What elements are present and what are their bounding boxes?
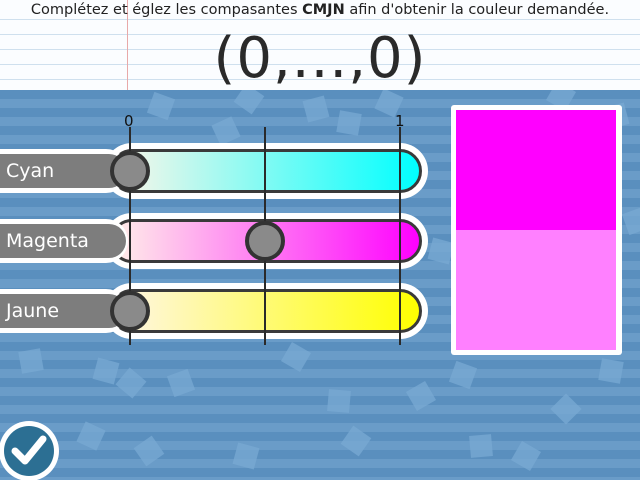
instruction-suffix: afin d'obtenir la couleur demandée. [344, 2, 610, 18]
decor-square [448, 360, 478, 390]
cyan-slider-knob[interactable] [110, 151, 150, 191]
decor-square [166, 368, 196, 398]
current-color-swatch [456, 230, 616, 350]
decor-square [405, 380, 437, 412]
slider-row-magenta: Magenta [0, 213, 430, 269]
decor-square [133, 435, 165, 467]
decor-square [18, 348, 44, 374]
decor-square [232, 442, 260, 470]
slider-row-jaune: Jaune [0, 283, 430, 339]
decor-square [76, 421, 106, 451]
target-color-swatch [456, 110, 616, 230]
decor-square [510, 440, 542, 472]
slider-label: Magenta [0, 224, 126, 258]
decor-square [336, 110, 362, 136]
decor-square [233, 90, 265, 115]
scale-tick-1 [399, 127, 401, 345]
slider-track[interactable] [110, 149, 422, 193]
instruction-bold: CMJN [302, 2, 345, 18]
decor-square [115, 367, 147, 399]
validate-button[interactable] [0, 421, 59, 481]
check-icon [11, 435, 47, 465]
magenta-slider-knob[interactable] [245, 221, 285, 261]
decor-square [621, 206, 640, 236]
instruction-prefix: Complétez et églez les compasantes [30, 2, 303, 18]
decor-square [550, 393, 582, 425]
validate-button-inner [4, 426, 54, 476]
decor-square [598, 358, 624, 384]
decor-square [469, 434, 493, 458]
decor-square [302, 95, 330, 123]
slider-label: Cyan [0, 154, 126, 188]
instruction-text: Complétez et églez les compasantes CMJN … [0, 0, 640, 20]
notebook-header: Complétez et églez les compasantes CMJN … [0, 0, 640, 90]
decor-square [211, 116, 241, 146]
decor-square [280, 341, 312, 373]
slider-row-cyan: Cyan [0, 143, 430, 199]
decor-square [327, 389, 351, 413]
slider-track[interactable] [110, 289, 422, 333]
jaune-slider-knob[interactable] [110, 291, 150, 331]
decor-square [340, 425, 372, 457]
decor-square [146, 91, 176, 121]
decor-square [92, 357, 120, 385]
slider-label: Jaune [0, 294, 126, 328]
cmjn-formula: (0,...,0) [213, 26, 427, 90]
